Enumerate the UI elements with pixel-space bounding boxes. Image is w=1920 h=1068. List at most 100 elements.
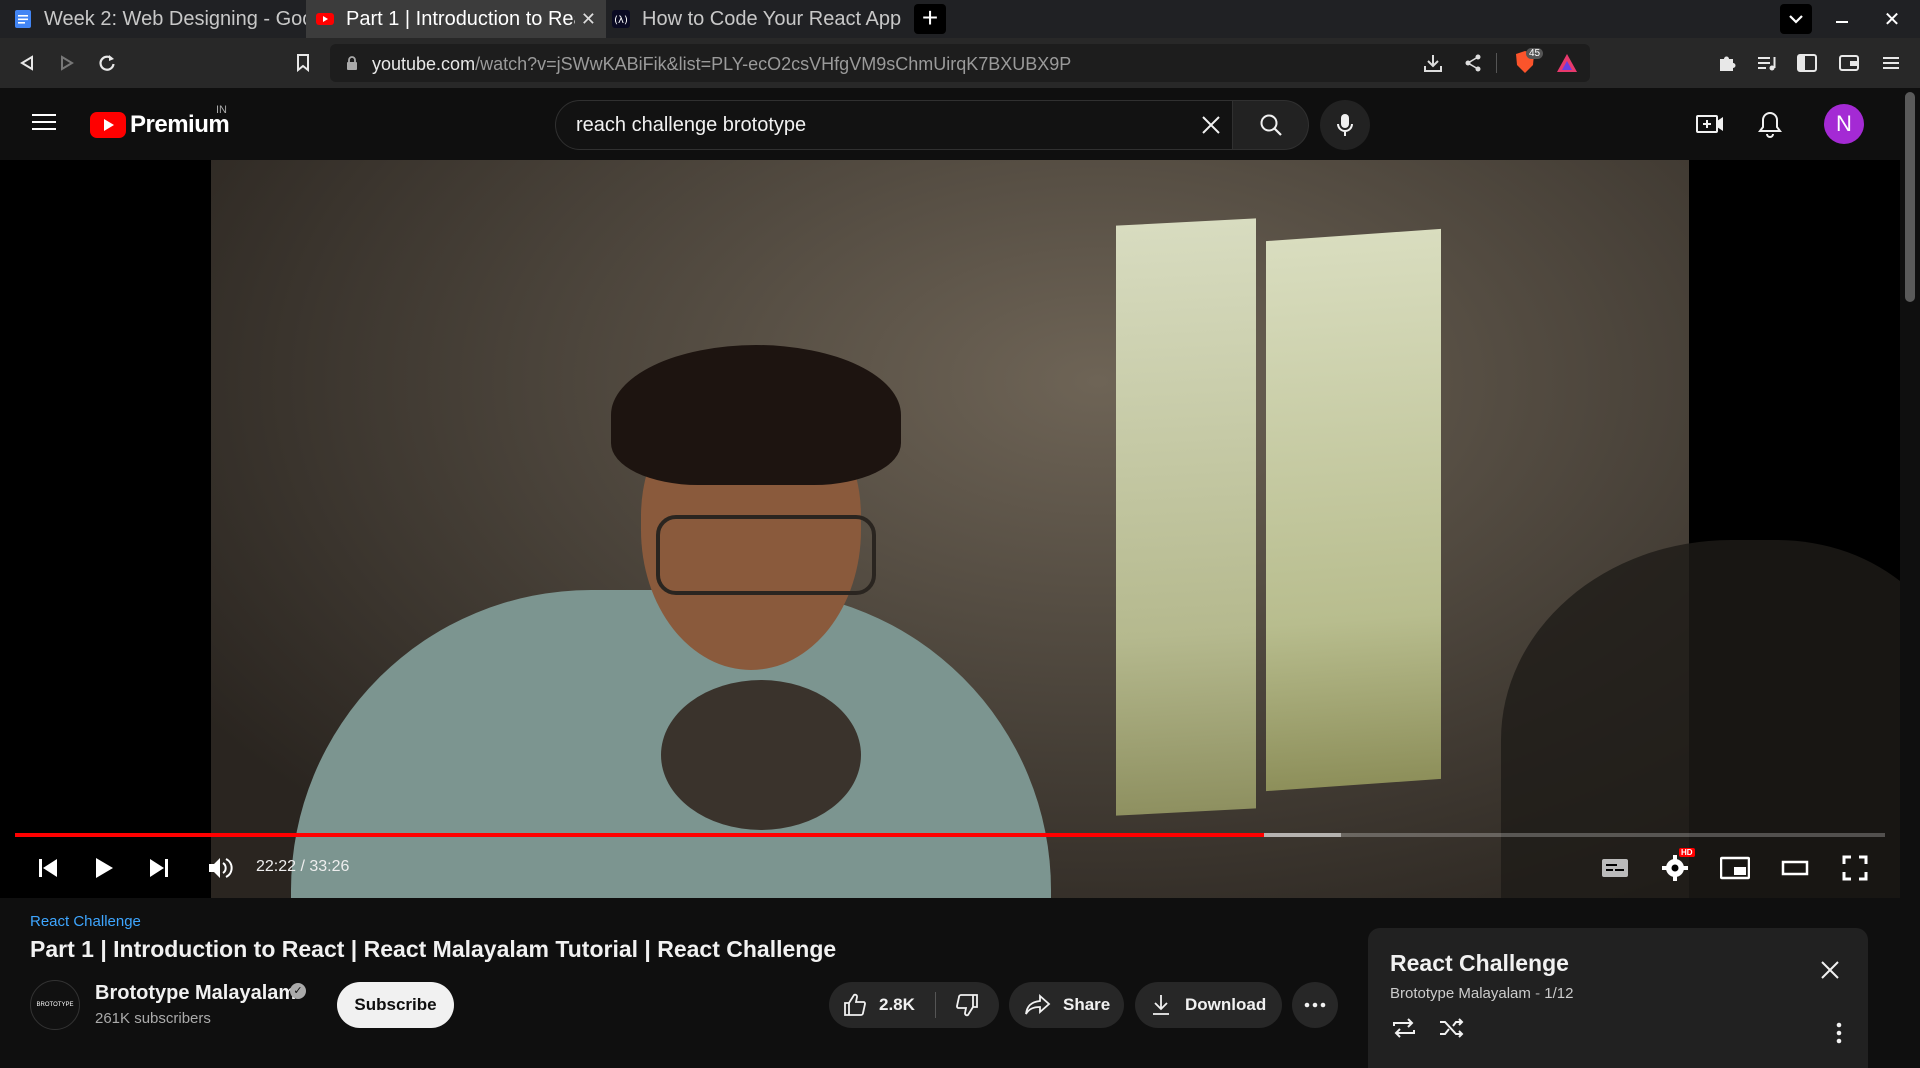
youtube-header: Premium IN N bbox=[0, 88, 1920, 160]
playlist-menu-button[interactable] bbox=[1836, 1022, 1842, 1049]
region-code: IN bbox=[216, 104, 227, 116]
thumbs-down-icon bbox=[956, 994, 978, 1017]
page-scrollbar[interactable] bbox=[1905, 92, 1915, 302]
playlist-title[interactable]: React Challenge bbox=[1390, 950, 1569, 977]
previous-button[interactable] bbox=[30, 850, 66, 886]
bell-icon bbox=[1758, 111, 1782, 138]
youtube-premium-logo[interactable]: Premium IN bbox=[90, 104, 230, 140]
close-window-button[interactable]: ✕ bbox=[1872, 0, 1912, 38]
more-vertical-icon bbox=[1836, 1022, 1842, 1044]
minimize-button[interactable] bbox=[1822, 0, 1862, 38]
loop-icon bbox=[1393, 1018, 1415, 1038]
mute-button[interactable] bbox=[202, 850, 238, 886]
playlist-channel[interactable]: Brototype Malayalam bbox=[1390, 985, 1531, 1002]
share-page-icon[interactable] bbox=[1464, 53, 1482, 73]
subscriber-count: 261K subscribers bbox=[95, 1010, 211, 1027]
freecodecamp-icon: (λ) bbox=[612, 10, 630, 28]
miniplayer-button[interactable] bbox=[1717, 850, 1753, 886]
puzzle-icon bbox=[1720, 56, 1736, 71]
presenter-hair bbox=[611, 345, 901, 485]
address-bar[interactable]: youtube.com/watch?v=jSWwKABiFik&list=PLY… bbox=[330, 44, 1590, 82]
tab-title: Part 1 | Introduction to Rea bbox=[346, 7, 585, 30]
bookmark-icon bbox=[297, 54, 309, 72]
like-dislike-group: 2.8K bbox=[829, 982, 999, 1028]
next-button[interactable] bbox=[141, 850, 177, 886]
playlist-link[interactable]: React Challenge bbox=[30, 913, 141, 930]
bookmark-button[interactable] bbox=[288, 48, 318, 78]
microphone-icon bbox=[1337, 114, 1353, 136]
browser-menu-button[interactable] bbox=[1876, 48, 1906, 78]
media-controls-button[interactable] bbox=[1752, 48, 1782, 78]
new-tab-button[interactable]: + bbox=[914, 4, 946, 34]
shuffle-icon bbox=[1440, 1018, 1464, 1038]
wallet-button[interactable] bbox=[1834, 48, 1864, 78]
create-video-icon bbox=[1696, 115, 1723, 133]
install-app-icon[interactable] bbox=[1423, 53, 1443, 73]
search-icon bbox=[1260, 114, 1282, 136]
more-actions-button[interactable] bbox=[1292, 982, 1338, 1028]
url-host: youtube.com bbox=[372, 54, 476, 74]
browser-tab-strip: Week 2: Web Designing - Goo Part 1 | Int… bbox=[0, 0, 1920, 38]
skip-next-icon bbox=[150, 859, 168, 877]
subscribe-button[interactable]: Subscribe bbox=[337, 982, 454, 1028]
hamburger-menu-icon bbox=[1883, 57, 1899, 69]
like-count: 2.8K bbox=[879, 995, 915, 1014]
download-button[interactable]: Download bbox=[1135, 982, 1282, 1028]
channel-avatar-text: BROTOTYPE bbox=[36, 1002, 74, 1008]
progress-bar[interactable] bbox=[15, 833, 1885, 837]
voice-search-button[interactable] bbox=[1320, 100, 1370, 150]
tab-search-button[interactable] bbox=[1780, 4, 1812, 34]
play-icon bbox=[96, 858, 113, 878]
sidebar-button[interactable] bbox=[1792, 48, 1822, 78]
held-device bbox=[661, 680, 861, 830]
video-frame bbox=[211, 160, 1900, 898]
search-input[interactable] bbox=[576, 101, 1136, 149]
wall-painting bbox=[1266, 228, 1441, 792]
channel-name[interactable]: Brototype Malayalam bbox=[95, 982, 296, 1005]
playlist-subtitle: Brototype Malayalam - 1/12 bbox=[1390, 985, 1573, 1002]
close-icon bbox=[1821, 961, 1839, 979]
download-icon bbox=[1153, 995, 1169, 1015]
share-button[interactable]: Share bbox=[1009, 982, 1124, 1028]
back-button[interactable] bbox=[12, 48, 42, 78]
search-button[interactable] bbox=[1233, 100, 1309, 150]
google-docs-icon bbox=[15, 10, 31, 28]
play-button[interactable] bbox=[86, 850, 122, 886]
extensions-button[interactable] bbox=[1712, 48, 1742, 78]
dislike-button[interactable] bbox=[936, 982, 998, 1028]
close-playlist-button[interactable] bbox=[1820, 960, 1840, 985]
channel-avatar[interactable]: BROTOTYPE bbox=[30, 980, 80, 1030]
brave-rewards-icon[interactable] bbox=[1556, 53, 1578, 73]
youtube-logo-icon bbox=[90, 112, 126, 138]
divider bbox=[1496, 53, 1497, 73]
fullscreen-icon bbox=[1842, 855, 1868, 881]
video-player[interactable]: 22:22 / 33:26 HD bbox=[0, 160, 1900, 898]
more-horizontal-icon bbox=[1304, 1002, 1326, 1008]
clear-search-icon[interactable] bbox=[1201, 115, 1221, 135]
shuffle-playlist-button[interactable] bbox=[1438, 1016, 1466, 1045]
like-button[interactable]: 2.8K bbox=[829, 982, 935, 1028]
loop-playlist-button[interactable] bbox=[1390, 1016, 1418, 1045]
minimize-icon bbox=[1836, 21, 1848, 23]
brave-shields-button[interactable]: 45 bbox=[1514, 48, 1544, 74]
shield-count-badge: 45 bbox=[1526, 48, 1544, 59]
create-button[interactable] bbox=[1696, 112, 1724, 141]
settings-button[interactable]: HD bbox=[1657, 848, 1695, 886]
tab-freecodecamp[interactable]: (λ) How to Code Your React App bbox=[606, 0, 904, 38]
reload-button[interactable] bbox=[92, 48, 122, 78]
subtitles-icon bbox=[1602, 859, 1628, 877]
separator: - bbox=[1535, 985, 1545, 1002]
theater-mode-button[interactable] bbox=[1777, 850, 1813, 886]
close-icon[interactable]: ✕ bbox=[574, 9, 596, 30]
notifications-button[interactable] bbox=[1758, 110, 1782, 143]
gear-icon bbox=[1662, 855, 1688, 881]
account-avatar[interactable]: N bbox=[1824, 104, 1864, 144]
forward-button[interactable] bbox=[52, 48, 82, 78]
tab-youtube-video[interactable]: Part 1 | Introduction to Rea ✕ bbox=[306, 0, 606, 38]
subtitles-button[interactable] bbox=[1597, 850, 1633, 886]
fullscreen-button[interactable] bbox=[1837, 850, 1873, 886]
tab-google-docs[interactable]: Week 2: Web Designing - Goo bbox=[0, 0, 306, 38]
tab-title: How to Code Your React App bbox=[642, 7, 902, 30]
guide-menu-button[interactable] bbox=[32, 112, 56, 136]
wallet-icon bbox=[1839, 55, 1859, 71]
